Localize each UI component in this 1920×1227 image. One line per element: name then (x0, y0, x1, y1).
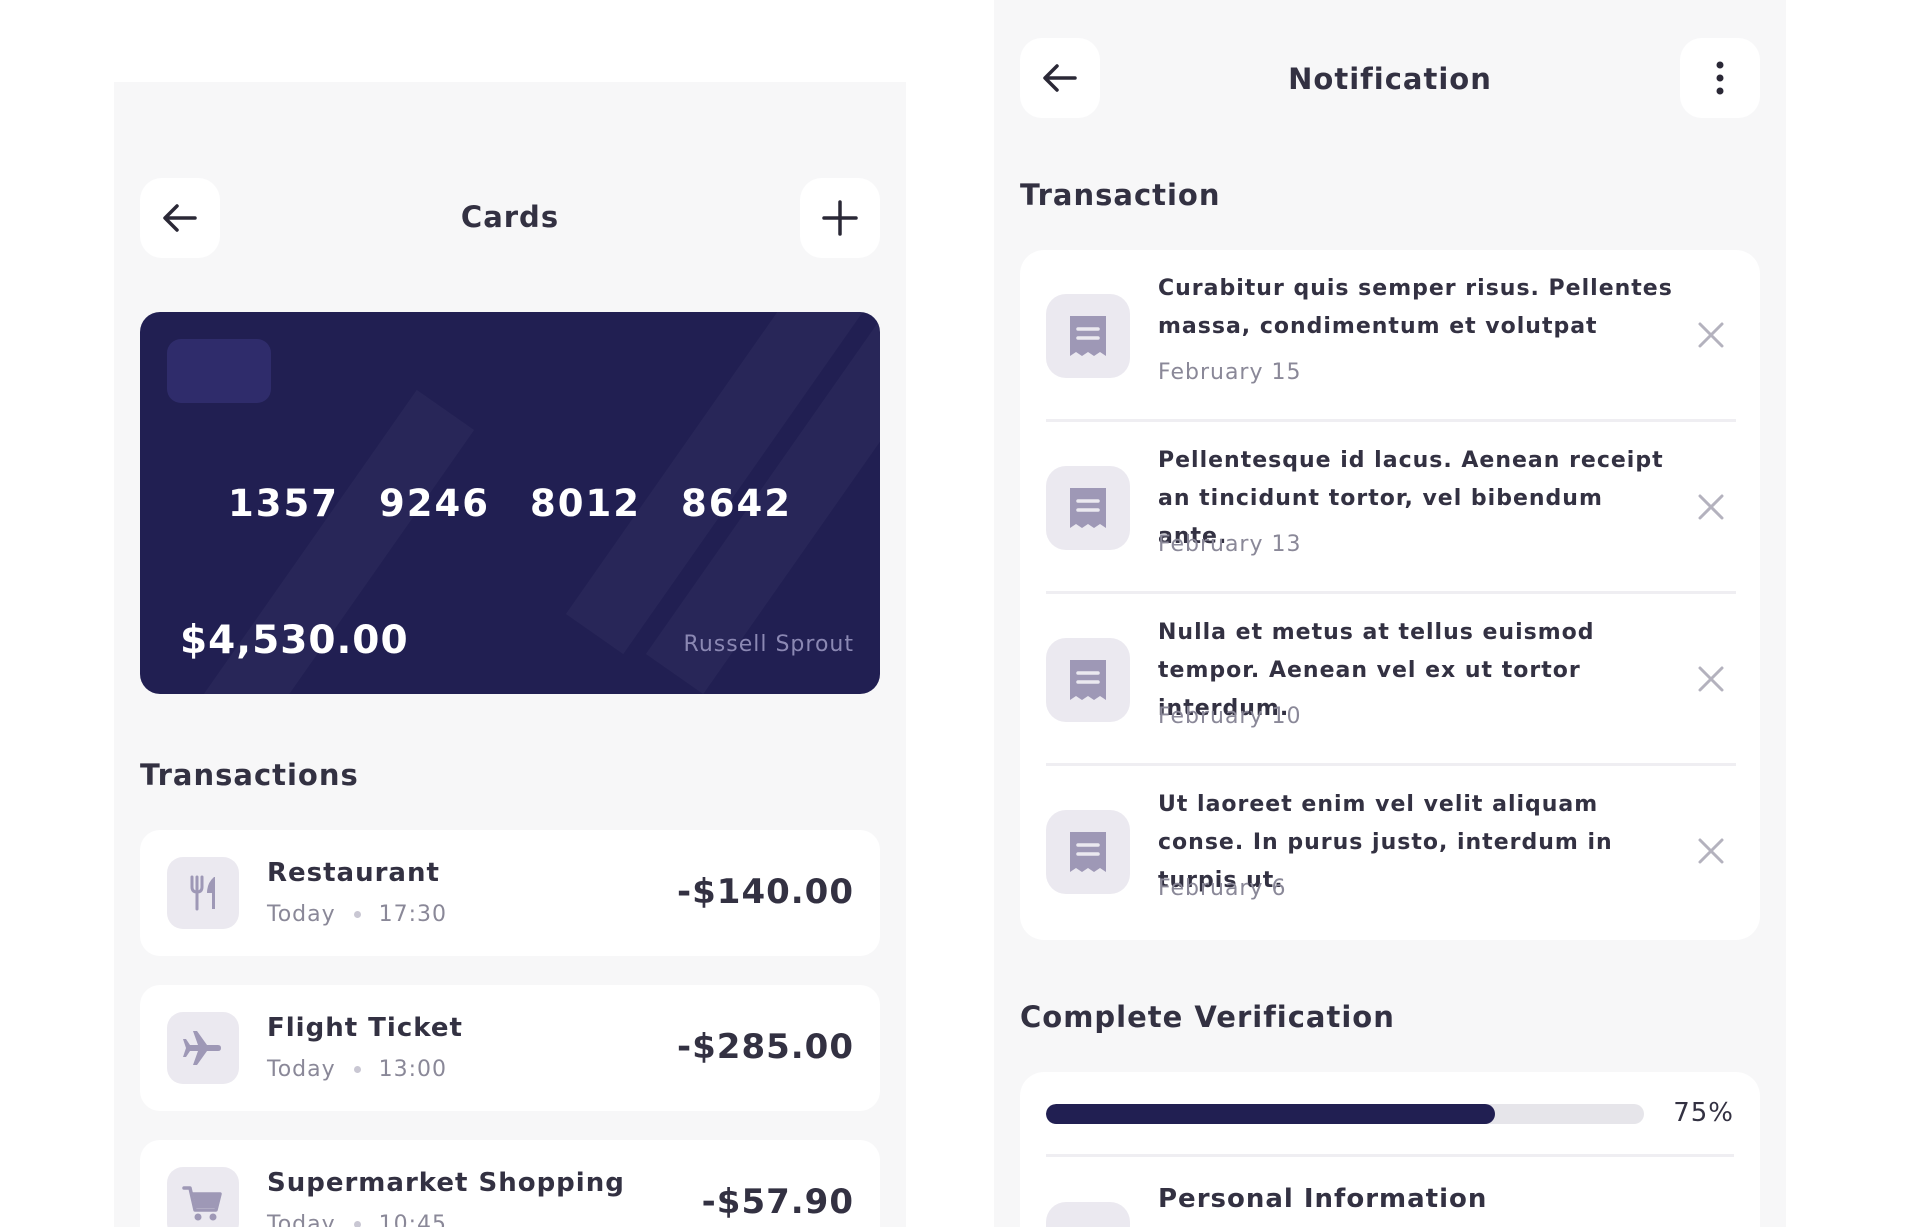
page-title: Notification (1288, 62, 1492, 96)
close-icon[interactable] (1696, 492, 1726, 522)
separator-dot (353, 1066, 361, 1073)
more-options-button[interactable] (1680, 38, 1760, 118)
user-icon (1046, 1202, 1130, 1227)
transaction-name: Flight Ticket (267, 1013, 463, 1043)
close-icon[interactable] (1696, 320, 1726, 350)
transaction-time: 13:00 (378, 1057, 448, 1082)
card-number: 1357 9246 8012 8642 (140, 482, 880, 525)
transaction-time: 10:45 (378, 1212, 448, 1227)
cutlery-icon (167, 857, 239, 929)
separator-dot (353, 1221, 361, 1227)
card-balance: $4,530.00 (180, 618, 409, 663)
transaction-meta: Today 17:30 (267, 902, 447, 927)
card-number-group: 8642 (680, 482, 792, 525)
notification-item[interactable]: Curabitur quis semper risus. Pellentes m… (1046, 250, 1736, 422)
transaction-meta: Today 13:00 (267, 1057, 447, 1082)
card-number-group: 1357 (228, 482, 340, 525)
transaction-day: Today (267, 902, 336, 927)
close-icon[interactable] (1696, 664, 1726, 694)
transaction-day: Today (267, 1212, 336, 1227)
notification-item[interactable]: Ut laoreet enim vel velit aliquam conse.… (1046, 766, 1736, 938)
notification-list: Curabitur quis semper risus. Pellentes m… (1020, 250, 1760, 940)
receipt-icon (1046, 294, 1130, 378)
receipt-icon (1046, 810, 1130, 894)
transaction-time: 17:30 (378, 902, 448, 927)
cart-icon (167, 1167, 239, 1227)
notification-text: Curabitur quis semper risus. Pellentes m… (1158, 276, 1673, 339)
transaction-amount: -$140.00 (677, 872, 854, 912)
transaction-amount: -$57.90 (701, 1182, 854, 1222)
verification-item-label[interactable]: Personal Information (1158, 1184, 1487, 1214)
transaction-row[interactable]: Flight Ticket Today 13:00 -$285.00 (140, 985, 880, 1111)
card-chip (167, 339, 271, 403)
progress-fill (1046, 1104, 1495, 1124)
receipt-icon (1046, 466, 1130, 550)
transaction-row[interactable]: Supermarket Shopping Today 10:45 -$57.90 (140, 1140, 880, 1227)
more-vertical-icon (1716, 61, 1724, 95)
cards-screen: Cards 1357 9246 8012 8642 $4,530.00 Russ… (114, 82, 906, 1227)
transactions-heading: Transactions (140, 758, 359, 792)
page-title: Cards (460, 200, 560, 234)
transaction-name: Supermarket Shopping (267, 1168, 625, 1198)
verification-card: 75% Personal Information (1020, 1072, 1760, 1227)
transaction-day: Today (267, 1057, 336, 1082)
notification-date: February 10 (1158, 704, 1302, 729)
card-holder-name: Russell Sprout (683, 632, 854, 657)
airplane-icon (167, 1012, 239, 1084)
close-icon[interactable] (1696, 836, 1726, 866)
add-card-button[interactable] (800, 178, 880, 258)
transaction-row[interactable]: Restaurant Today 17:30 -$140.00 (140, 830, 880, 956)
notification-screen: Notification Transaction Curabitur quis … (994, 0, 1786, 1227)
transaction-amount: -$285.00 (677, 1027, 854, 1067)
notification-item[interactable]: Pellentesque id lacus. Aenean receipt an… (1046, 422, 1736, 594)
receipt-icon (1046, 638, 1130, 722)
card-number-group: 9246 (379, 482, 490, 525)
divider (1046, 1154, 1734, 1157)
notification-item[interactable]: Nulla et metus at tellus euismod tempor.… (1046, 594, 1736, 766)
transaction-heading: Transaction (1020, 178, 1221, 212)
separator-dot (353, 911, 361, 918)
progress-percent: 75% (1673, 1098, 1734, 1128)
plus-icon (822, 200, 858, 236)
notification-date: February 15 (1158, 360, 1302, 385)
notification-date: February 6 (1158, 876, 1287, 901)
verification-progress-bar (1046, 1104, 1644, 1124)
notification-date: February 13 (1158, 532, 1302, 557)
transaction-name: Restaurant (267, 858, 440, 888)
verification-heading: Complete Verification (1020, 1000, 1395, 1034)
credit-card[interactable]: 1357 9246 8012 8642 $4,530.00 Russell Sp… (140, 312, 880, 694)
transaction-meta: Today 10:45 (267, 1212, 447, 1227)
card-number-group: 8012 (530, 482, 641, 525)
